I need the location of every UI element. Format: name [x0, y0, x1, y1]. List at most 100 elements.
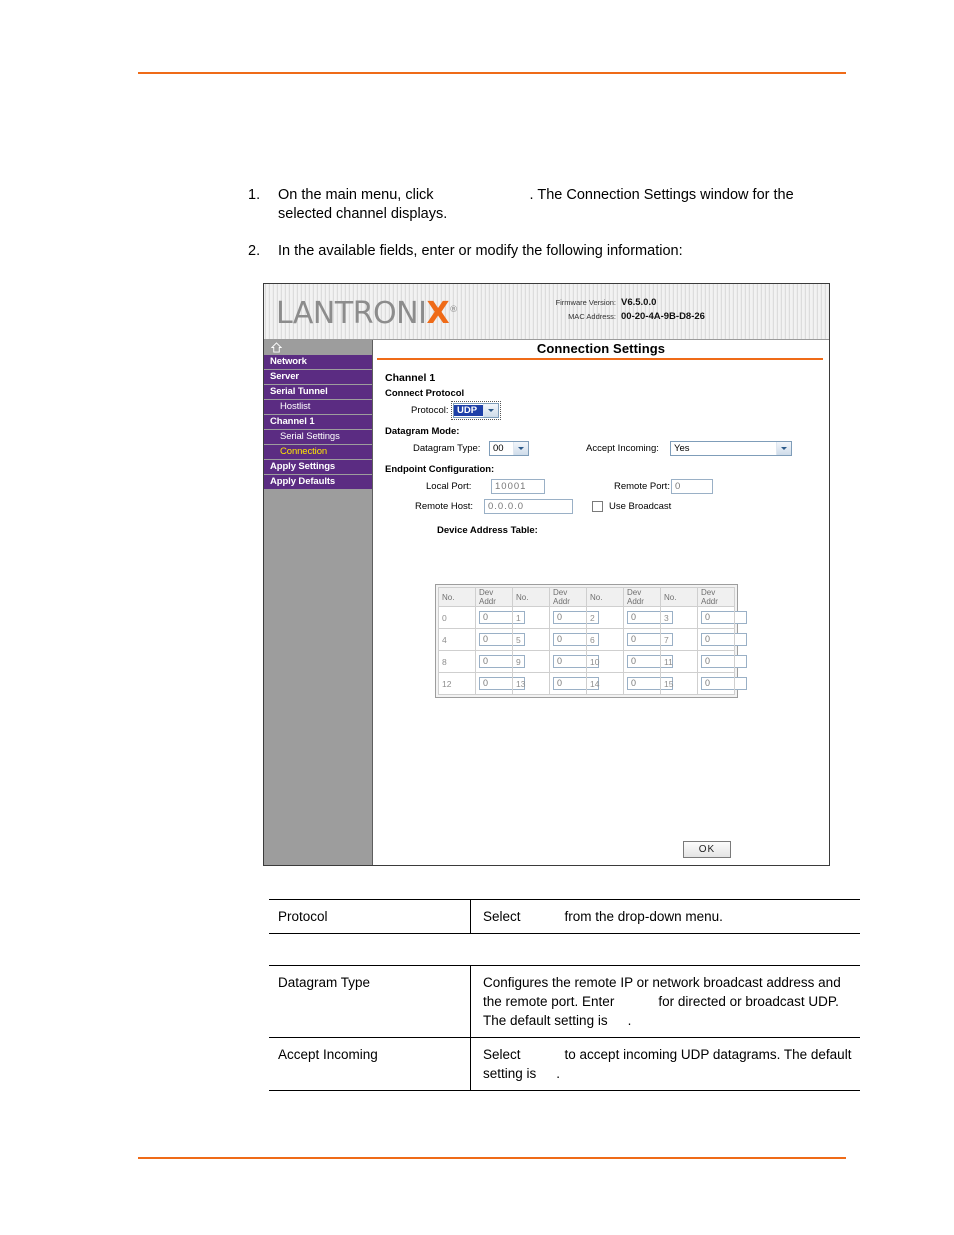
page-header-rule [138, 72, 846, 74]
dev-addr-cell: 0 [549, 628, 599, 651]
connection-settings-form: Channel 1 Connect Protocol Protocol: UDP… [373, 360, 829, 536]
sidebar-item-serial-tunnel[interactable]: Serial Tunnel [264, 385, 372, 399]
protocol-selected-value: UDP [454, 405, 483, 416]
datagram-row: Datagram Type: 00 Accept Incoming: Yes [385, 440, 829, 460]
local-port-label: Local Port: [426, 481, 472, 492]
remote-port-input[interactable]: 0 [671, 479, 713, 494]
dev-addr-cell: 0 [475, 628, 525, 651]
accept-incoming-selected-value: Yes [674, 443, 690, 454]
row-index: 13 [512, 672, 550, 695]
instruction-steps: 1. On the main menu, click. The Connecti… [248, 186, 848, 279]
dev-addr-cell: 0 [475, 606, 525, 629]
dev-addr-cell: 0 [549, 606, 599, 629]
sidebar-item-serial-settings[interactable]: Serial Settings [264, 430, 372, 444]
sidebar-item-network[interactable]: Network [264, 355, 372, 369]
logo-x-mark: X [426, 296, 450, 331]
dev-addr-cell: 0 [623, 672, 673, 695]
datagram-type-select[interactable]: 00 [489, 441, 529, 456]
ports-row: Local Port: 10001 Remote Port: 0 [385, 478, 829, 498]
sidebar-item-connection[interactable]: Connection [264, 445, 372, 459]
protocol-row: Protocol: UDP [385, 401, 829, 422]
mac-address-value: 00-20-4A-9B-D8-26 [621, 311, 705, 322]
col-header-addr-3: Dev Addr [623, 587, 661, 607]
desc-field-name: Accept Incoming [269, 1037, 471, 1091]
table-header-row: No. Dev Addr No. Dev Addr No. Dev Addr N… [438, 587, 735, 607]
table-row: 0 0 1 0 2 0 3 0 [438, 606, 747, 629]
desc-text-a: Select [483, 909, 521, 924]
chevron-down-icon[interactable] [513, 442, 528, 455]
ok-button[interactable]: OK [683, 841, 731, 858]
page-footer-rule [138, 1157, 846, 1159]
use-broadcast-checkbox[interactable] [592, 501, 603, 512]
row-index: 0 [438, 606, 476, 629]
chevron-down-icon[interactable] [776, 442, 791, 455]
sidebar-item-apply-defaults[interactable]: Apply Defaults [264, 475, 372, 489]
desc-field-name: Protocol [269, 899, 471, 934]
home-icon[interactable] [271, 342, 282, 353]
row-index: 7 [660, 628, 698, 651]
dev-addr-input[interactable]: 0 [701, 677, 747, 690]
row-index: 3 [660, 606, 698, 629]
page-title: Connection Settings [536, 341, 666, 356]
desc-text-b: from the drop-down menu. [564, 909, 723, 924]
table-row: 12 0 13 0 14 0 15 0 [438, 672, 747, 695]
device-info-block: Firmware Version: V6.5.0.0 MAC Address: 00… [556, 296, 717, 324]
dev-addr-cell: 0 [475, 650, 525, 673]
desc-text-c: . [627, 1013, 632, 1028]
chevron-down-icon[interactable] [483, 404, 498, 417]
connect-protocol-heading: Connect Protocol [385, 388, 465, 399]
channel-heading: Channel 1 [385, 372, 436, 384]
remote-host-row: Remote Host: 0.0.0.0 Use Broadcast [385, 498, 829, 518]
row-index: 10 [586, 650, 624, 673]
sidebar-home-row[interactable] [264, 340, 372, 355]
dev-addr-cell: 0 [623, 628, 673, 651]
lantronix-logo: LANTRONIX® [276, 293, 458, 331]
desc-field-text: Select to accept incoming UDP datagrams. … [470, 1037, 860, 1091]
device-sidebar-nav: Network Server Serial Tunnel Hostlist Ch… [264, 340, 373, 865]
table-row: 8 0 9 0 10 0 11 0 [438, 650, 747, 673]
datagram-type-selected-value: 00 [493, 443, 504, 454]
sidebar-item-channel-1[interactable]: Channel 1 [264, 415, 372, 429]
protocol-select[interactable]: UDP [451, 401, 501, 420]
row-index: 11 [660, 650, 698, 673]
sidebar-item-hostlist[interactable]: Hostlist [264, 400, 372, 414]
row-index: 6 [586, 628, 624, 651]
mac-address-row: MAC Address: 00-20-4A-9B-D8-26 [556, 310, 717, 324]
row-index: 12 [438, 672, 476, 695]
remote-port-label: Remote Port: [614, 481, 670, 492]
row-index: 9 [512, 650, 550, 673]
sidebar-item-server[interactable]: Server [264, 370, 372, 384]
device-header-banner: LANTRONIX® Firmware Version: V6.5.0.0 MAC… [264, 284, 829, 340]
table-row: Protocol Select from the drop-down menu. [269, 899, 860, 934]
remote-host-input[interactable]: 0.0.0.0 [484, 499, 573, 514]
step-1-number: 1. [248, 187, 261, 203]
dev-addr-cell: 0 [697, 606, 747, 629]
row-index: 14 [586, 672, 624, 695]
col-header-addr-2: Dev Addr [549, 587, 587, 607]
dev-addr-cell: 0 [623, 650, 673, 673]
remote-host-label: Remote Host: [415, 501, 474, 512]
device-content-panel: Connection Settings Channel 1 Connect Pr… [373, 340, 829, 865]
desc-text-c: . [556, 1066, 561, 1081]
step-2: 2. In the available fields, enter or mod… [248, 242, 848, 261]
dev-addr-input[interactable]: 0 [701, 655, 747, 668]
registered-trademark-icon: ® [449, 305, 458, 315]
firmware-version-label: Firmware Version: [555, 298, 616, 307]
device-address-table-frame: No. Dev Addr No. Dev Addr No. Dev Addr N… [435, 584, 747, 698]
sidebar-item-apply-settings[interactable]: Apply Settings [264, 460, 372, 474]
row-index: 4 [438, 628, 476, 651]
desc-field-name: Datagram Type [269, 965, 471, 1038]
row-index: 2 [586, 606, 624, 629]
col-header-no-3: No. [586, 587, 624, 607]
dev-addr-input[interactable]: 0 [701, 633, 747, 646]
col-header-addr-4: Dev Addr [697, 587, 735, 607]
datagram-mode-heading: Datagram Mode: [385, 426, 460, 437]
dev-addr-input[interactable]: 0 [701, 611, 747, 624]
datagram-type-label: Datagram Type: [413, 443, 481, 454]
accept-incoming-select[interactable]: Yes [670, 441, 792, 456]
device-address-table-caption: Device Address Table: [437, 525, 538, 536]
desc-field-text: Configures the remote IP or network broa… [470, 965, 860, 1038]
local-port-input[interactable]: 10001 [491, 479, 545, 494]
table-row: 4 0 5 0 6 0 7 0 [438, 628, 747, 651]
dev-addr-cell: 0 [697, 672, 747, 695]
